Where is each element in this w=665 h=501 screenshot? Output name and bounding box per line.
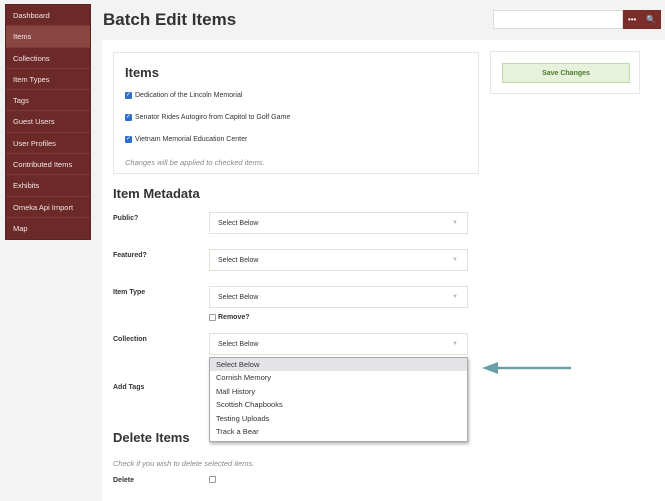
sidebar-item-map[interactable]: Map — [6, 218, 90, 239]
item-metadata-heading: Item Metadata — [113, 186, 200, 201]
collection-select[interactable]: Select Below ▼ — [209, 333, 468, 355]
chevron-down-icon: ▼ — [452, 220, 458, 226]
item-checkbox-row[interactable]: ✓ Vietnam Memorial Education Center — [125, 136, 247, 143]
sidebar-item-guest-users[interactable]: Guest Users — [6, 111, 90, 133]
sidebar-item-item-types[interactable]: Item Types — [6, 69, 90, 91]
items-box: Items ✓ Dedication of the Lincoln Memoria… — [113, 52, 479, 174]
checkbox-checked-icon[interactable]: ✓ — [125, 92, 132, 99]
sidebar: Dashboard Items Collections Item Types T… — [5, 4, 91, 241]
featured-select[interactable]: Select Below ▼ — [209, 249, 468, 271]
items-note: Changes will be applied to checked items… — [125, 158, 265, 167]
item-type-select[interactable]: Select Below ▼ — [209, 286, 468, 308]
select-value: Select Below — [218, 341, 259, 348]
delete-note: Check if you wish to delete selected ite… — [113, 459, 255, 468]
ellipsis-icon[interactable]: ••• — [628, 15, 636, 24]
checkbox-checked-icon[interactable]: ✓ — [125, 114, 132, 121]
item-checkbox-row[interactable]: ✓ Dedication of the Lincoln Memorial — [125, 92, 242, 99]
remove-item-type[interactable]: Remove? — [209, 314, 250, 321]
dropdown-option[interactable]: Mall History — [210, 385, 467, 398]
sidebar-item-omeka-api-import[interactable]: Omeka Api Import — [6, 197, 90, 218]
sidebar-item-contributed-items[interactable]: Contributed Items — [6, 154, 90, 176]
sidebar-item-dashboard[interactable]: Dashboard — [6, 5, 90, 27]
search-input[interactable] — [493, 10, 623, 29]
chevron-down-icon: ▼ — [452, 294, 458, 300]
item-checkbox-row[interactable]: ✓ Senator Rides Autogiro from Capitol to … — [125, 114, 290, 121]
search-icon[interactable]: 🔍 — [646, 15, 656, 24]
item-label: Vietnam Memorial Education Center — [135, 136, 248, 143]
sidebar-item-collections[interactable]: Collections — [6, 48, 90, 69]
sidebar-item-user-profiles[interactable]: User Profiles — [6, 133, 90, 155]
page-title: Batch Edit Items — [103, 10, 237, 29]
chevron-down-icon: ▼ — [452, 257, 458, 263]
dropdown-option[interactable]: Testing Uploads — [210, 412, 467, 425]
sidebar-item-items[interactable]: Items — [6, 26, 90, 48]
dropdown-option[interactable]: Scottish Chapbooks — [210, 398, 467, 411]
remove-checkbox[interactable] — [209, 314, 216, 321]
remove-label: Remove? — [218, 314, 250, 321]
featured-label: Featured? — [113, 252, 147, 259]
dropdown-option[interactable]: Select Below — [210, 358, 467, 372]
dropdown-option[interactable]: Cornish Memory — [210, 371, 467, 384]
select-value: Select Below — [218, 294, 259, 301]
dropdown-option[interactable]: Track a Bear — [210, 425, 467, 438]
collection-label: Collection — [113, 336, 147, 343]
item-label: Senator Rides Autogiro from Capitol to G… — [135, 114, 291, 121]
item-type-label: Item Type — [113, 289, 146, 296]
delete-checkbox[interactable] — [209, 476, 216, 483]
add-tags-label: Add Tags — [113, 384, 145, 391]
save-changes-button[interactable]: Save Changes — [502, 63, 630, 83]
items-heading: Items — [125, 65, 159, 80]
sidebar-item-exhibits[interactable]: Exhibits — [6, 175, 90, 197]
search-buttons: ••• 🔍 — [623, 10, 661, 29]
sidebar-item-tags[interactable]: Tags — [6, 90, 90, 112]
delete-label: Delete — [113, 477, 135, 484]
public-select[interactable]: Select Below ▼ — [209, 212, 468, 234]
chevron-down-icon: ▼ — [452, 341, 458, 347]
delete-items-heading: Delete Items — [113, 430, 190, 445]
arrow-left-icon — [482, 362, 571, 374]
select-value: Select Below — [218, 220, 259, 227]
collection-dropdown: Select Below Cornish Memory Mall History… — [209, 357, 468, 442]
save-panel: Save Changes — [490, 51, 640, 94]
item-label: Dedication of the Lincoln Memorial — [135, 92, 243, 99]
select-value: Select Below — [218, 257, 259, 264]
public-label: Public? — [113, 215, 139, 222]
checkbox-checked-icon[interactable]: ✓ — [125, 136, 132, 143]
